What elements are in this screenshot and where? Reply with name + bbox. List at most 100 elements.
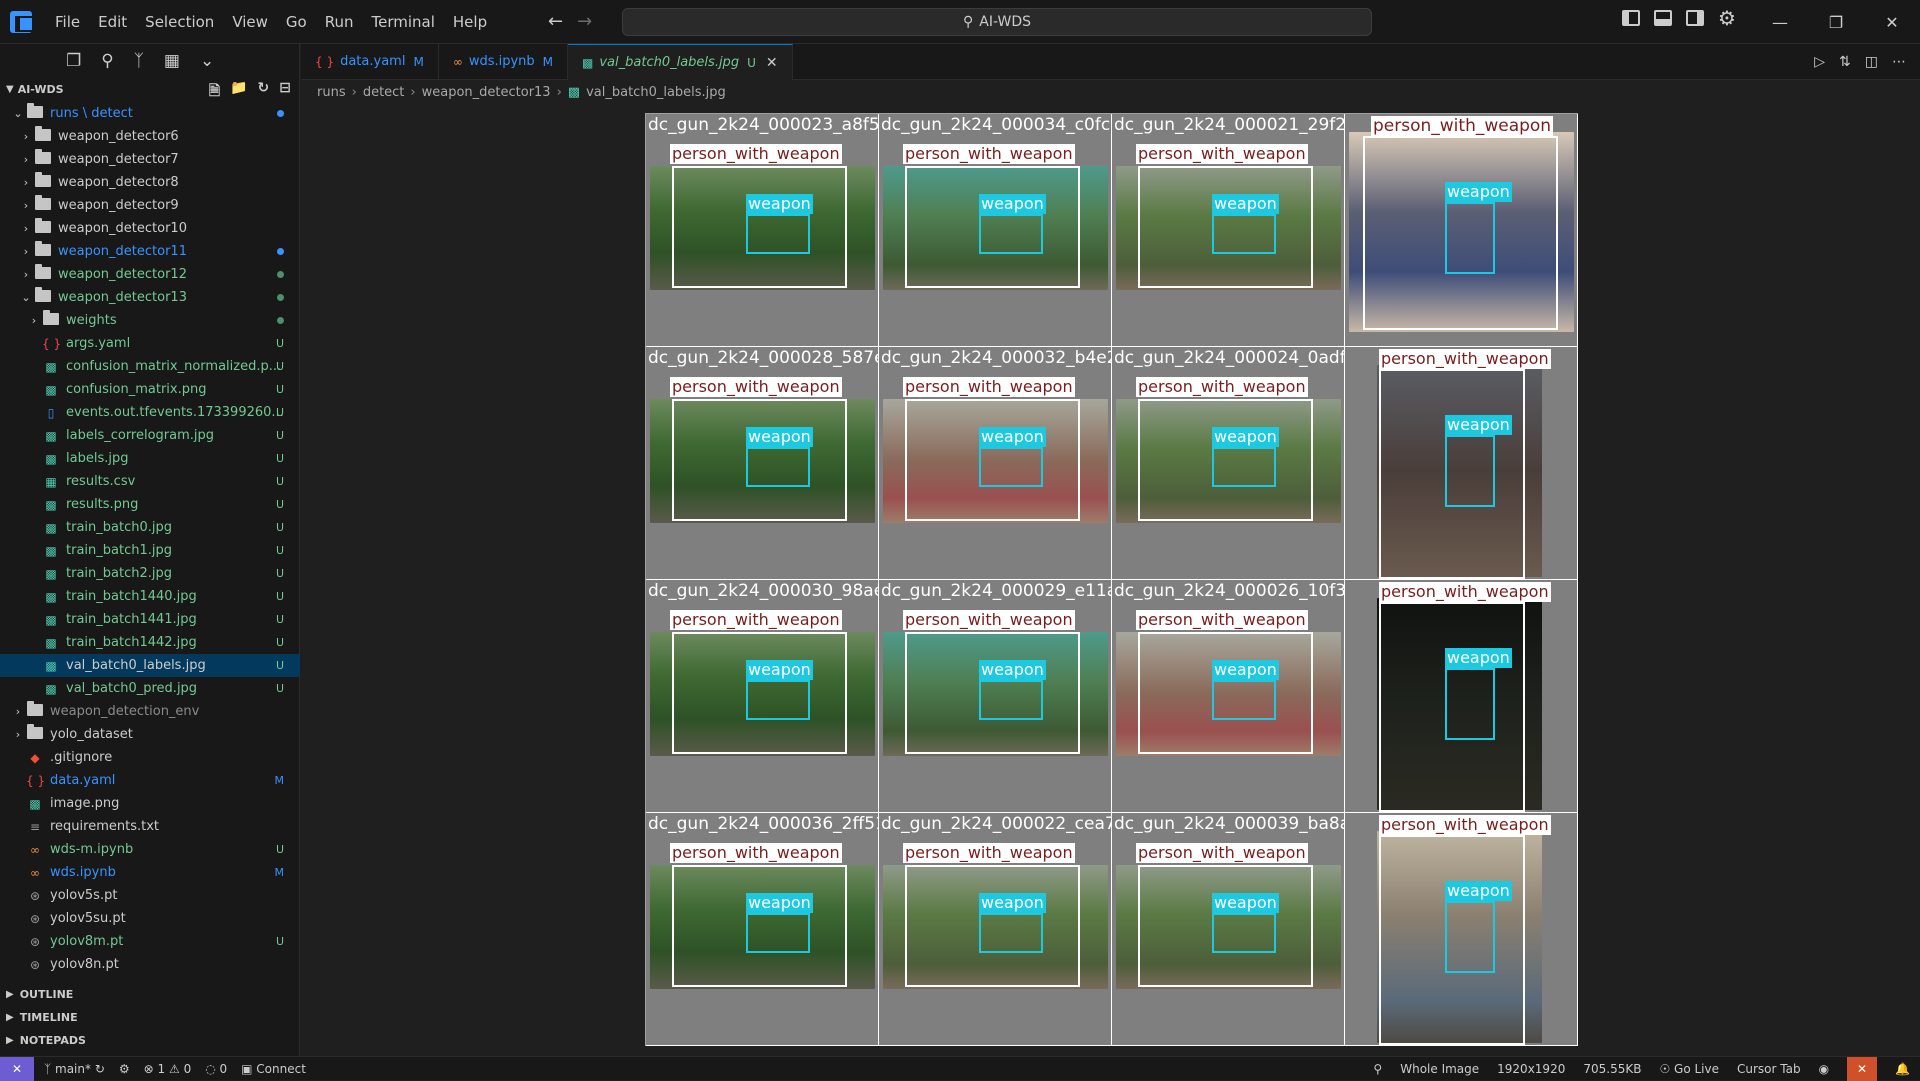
- tree-folder[interactable]: › weapon_detector7: [0, 148, 300, 171]
- tree-file[interactable]: ▩ train_batch1.jpg U: [0, 539, 300, 562]
- new-folder-icon[interactable]: 📁: [230, 80, 247, 104]
- tree-folder[interactable]: › weapon_detector12: [0, 263, 300, 286]
- extensions-icon[interactable]: ▦: [164, 51, 180, 71]
- toggle-primary-sidebar-icon[interactable]: [1622, 10, 1640, 26]
- notepads-section[interactable]: ▶ NOTEPADS: [0, 1029, 300, 1051]
- explorer-root-header[interactable]: ▼ AI-WDS 🗎 📁 ↻ ⊟: [0, 78, 299, 100]
- tree-file[interactable]: ▩ confusion_matrix.png U: [0, 378, 300, 401]
- tree-file[interactable]: ▩ train_batch0.jpg U: [0, 516, 300, 539]
- tree-file[interactable]: ▩ train_batch1442.jpg U: [0, 631, 300, 654]
- branch-indicator[interactable]: ᛉ main* ↻: [44, 1062, 105, 1076]
- search-icon[interactable]: ⚲: [101, 51, 113, 71]
- tree-file[interactable]: ▩ image.png: [0, 792, 300, 815]
- tree-file[interactable]: ▩ confusion_matrix_normalized.p... U: [0, 355, 300, 378]
- tree-folder[interactable]: › yolo_dataset: [0, 723, 300, 746]
- back-arrow-icon[interactable]: ←: [548, 11, 563, 32]
- menu-file[interactable]: File: [46, 9, 89, 35]
- tab-val-batch0-labels[interactable]: ▩ val_batch0_labels.jpg U ✕: [568, 44, 793, 80]
- new-file-icon[interactable]: 🗎: [209, 80, 220, 104]
- explorer-files-icon[interactable]: ❐: [66, 51, 81, 71]
- tree-folder[interactable]: › weapon_detector8: [0, 171, 300, 194]
- tree-folder[interactable]: › weapon_detector11: [0, 240, 300, 263]
- tree-file[interactable]: ⊛ yolov5s.pt: [0, 884, 300, 907]
- tree-file[interactable]: ▩ labels_correlogram.jpg U: [0, 424, 300, 447]
- breadcrumb-item[interactable]: weapon_detector13: [422, 85, 551, 100]
- menu-run[interactable]: Run: [316, 9, 363, 35]
- problems-indicator[interactable]: ⊗ 1 ⚠ 0: [144, 1062, 192, 1076]
- command-center-search[interactable]: ⚲ AI-WDS: [622, 8, 1372, 36]
- cursor-tab-button[interactable]: Cursor Tab: [1737, 1062, 1801, 1076]
- tree-folder[interactable]: › weapon_detection_env: [0, 700, 300, 723]
- val-batch-image[interactable]: dc_gun_2k24_000023_a8f5eb person_with_wea…: [645, 113, 1578, 1046]
- tree-folder[interactable]: › weapon_detector9: [0, 194, 300, 217]
- git-status-badge: U: [275, 636, 284, 649]
- close-icon[interactable]: ✕: [1864, 0, 1920, 44]
- menu-view[interactable]: View: [223, 9, 277, 35]
- tree-folder[interactable]: › weapon_detector6: [0, 125, 300, 148]
- tree-folder[interactable]: › weights: [0, 309, 300, 332]
- tree-file[interactable]: ⊛ yolov8m.pt U: [0, 930, 300, 953]
- tree-file[interactable]: ▩ train_batch1441.jpg U: [0, 608, 300, 631]
- source-control-icon[interactable]: ᛉ: [134, 51, 144, 71]
- tree-file[interactable]: { } args.yaml U: [0, 332, 300, 355]
- accent-status-icon[interactable]: ✕: [1847, 1057, 1878, 1081]
- connect-button[interactable]: ▣ Connect: [241, 1062, 306, 1076]
- tree-file[interactable]: ⊛ yolov8n.pt: [0, 953, 300, 976]
- outline-section[interactable]: ▶ OUTLINE: [0, 983, 300, 1005]
- split-editor-icon[interactable]: ◫: [1865, 54, 1878, 70]
- toggle-secondary-sidebar-icon[interactable]: [1686, 10, 1704, 26]
- tree-file[interactable]: ▩ val_batch0_pred.jpg U: [0, 677, 300, 700]
- tree-file[interactable]: ▩ labels.jpg U: [0, 447, 300, 470]
- tree-file[interactable]: ∞ wds.ipynb M: [0, 861, 300, 884]
- breadcrumb-item[interactable]: val_batch0_labels.jpg: [586, 85, 726, 100]
- breadcrumb-item[interactable]: runs: [317, 85, 346, 100]
- tree-file[interactable]: ⊛ yolov5su.pt: [0, 907, 300, 930]
- timeline-section[interactable]: ▶ TIMELINE: [0, 1006, 300, 1028]
- git-status-badge: M: [274, 774, 285, 787]
- tree-file[interactable]: ▩ train_batch2.jpg U: [0, 562, 300, 585]
- copilot-status-icon[interactable]: ◉: [1819, 1062, 1829, 1076]
- tree-folder[interactable]: ⌄ weapon_detector13: [0, 286, 300, 309]
- run-icon[interactable]: ▷: [1814, 54, 1825, 70]
- tree-file[interactable]: ▩ results.png U: [0, 493, 300, 516]
- tree-file[interactable]: ∞ wds-m.ipynb U: [0, 838, 300, 861]
- forward-arrow-icon[interactable]: →: [577, 11, 592, 32]
- menu-help[interactable]: Help: [444, 9, 496, 35]
- ports-indicator[interactable]: ◌ 0: [205, 1062, 227, 1076]
- menu-edit[interactable]: Edit: [89, 9, 136, 35]
- copilot-icon[interactable]: ⚙: [119, 1062, 130, 1076]
- restore-icon[interactable]: ❐: [1808, 0, 1864, 44]
- bell-icon[interactable]: 🔔: [1895, 1062, 1910, 1076]
- menu-selection[interactable]: Selection: [136, 9, 223, 35]
- compare-icon[interactable]: ⇅: [1839, 54, 1851, 70]
- tree-file[interactable]: ≡ requirements.txt: [0, 815, 300, 838]
- gear-icon[interactable]: ⚙: [1718, 8, 1736, 28]
- tab-wds-ipynb[interactable]: ∞ wds.ipynb M: [438, 44, 569, 79]
- tree-file[interactable]: { } data.yaml M: [0, 769, 300, 792]
- zoom-level[interactable]: Whole Image: [1400, 1062, 1479, 1076]
- mosaic-tile: dc_gun_2k24_000021_29f2ad person_with_wea…: [1112, 114, 1345, 347]
- collapse-all-icon[interactable]: ⊟: [279, 80, 291, 104]
- remote-indicator-icon[interactable]: ✕: [0, 1056, 34, 1081]
- tree-folder[interactable]: ⌄ runs \ detect: [0, 102, 300, 125]
- tab-modified-badge: M: [413, 54, 424, 69]
- tree-file[interactable]: ▩ val_batch0_labels.jpg U: [0, 654, 300, 677]
- tree-file[interactable]: ◆ .gitignore: [0, 746, 300, 769]
- tab-data-yaml[interactable]: { } data.yaml M: [301, 44, 439, 79]
- menu-go[interactable]: Go: [277, 9, 316, 35]
- tree-folder[interactable]: › weapon_detector10: [0, 217, 300, 240]
- more-actions-icon[interactable]: ⋯: [1892, 54, 1906, 70]
- close-icon[interactable]: ✕: [766, 55, 778, 71]
- chevron-down-icon[interactable]: ⌄: [200, 51, 214, 71]
- tree-file[interactable]: ▦ results.csv U: [0, 470, 300, 493]
- zoom-icon[interactable]: ⚲: [1373, 1062, 1382, 1076]
- go-live-button[interactable]: ☉ Go Live: [1659, 1062, 1719, 1076]
- breadcrumb-item[interactable]: detect: [363, 85, 405, 100]
- toggle-panel-icon[interactable]: [1654, 10, 1672, 26]
- refresh-icon[interactable]: ↻: [258, 80, 270, 104]
- weapon-label: weapon: [1212, 893, 1279, 913]
- menu-terminal[interactable]: Terminal: [363, 9, 444, 35]
- tree-file[interactable]: ▯ events.out.tfevents.173399260... U: [0, 401, 300, 424]
- tree-file[interactable]: ▩ train_batch1440.jpg U: [0, 585, 300, 608]
- minimize-icon[interactable]: —: [1752, 0, 1808, 44]
